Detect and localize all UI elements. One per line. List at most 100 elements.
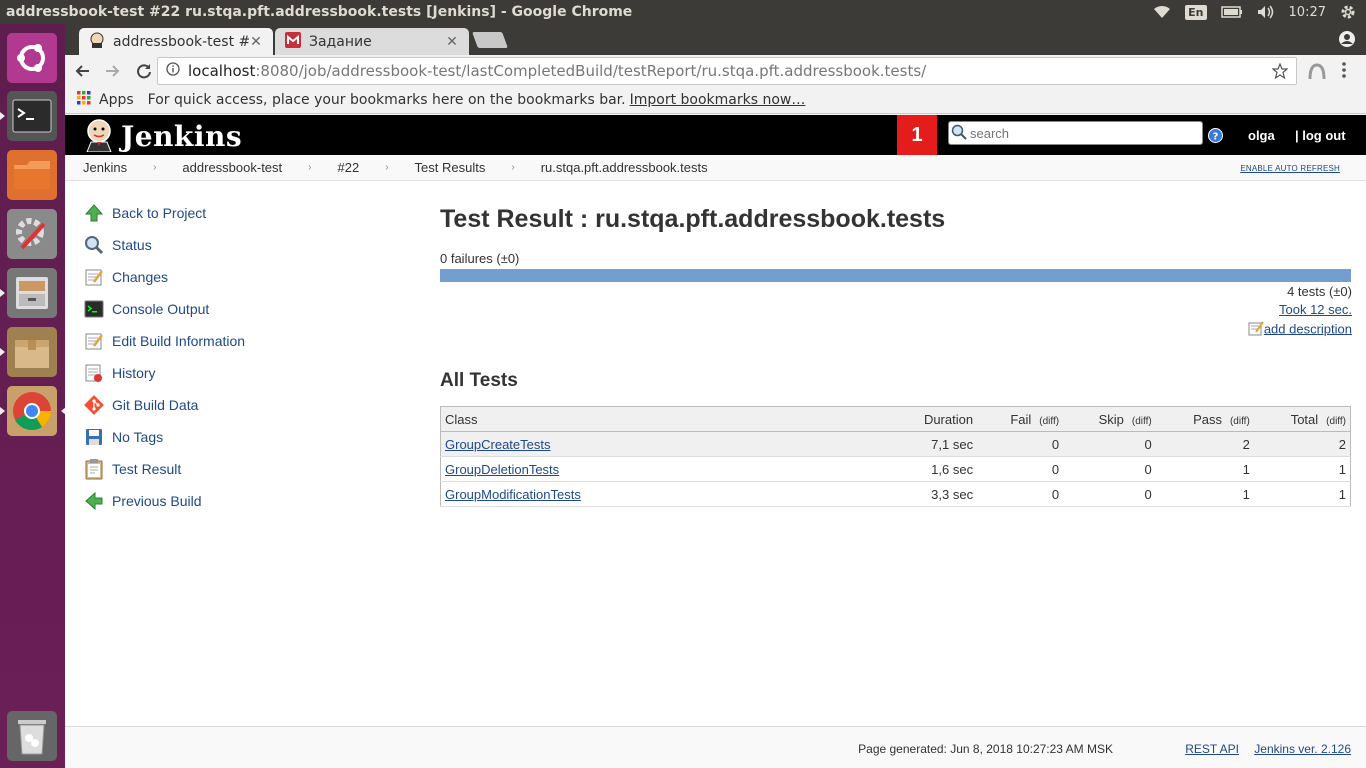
apps-grid-icon[interactable] xyxy=(77,91,91,109)
all-tests-table: Class Duration Fail (diff) Skip (diff) Pas… xyxy=(440,406,1351,507)
save-icon xyxy=(83,426,105,448)
breadcrumb-item-jenkins[interactable]: Jenkins › xyxy=(83,160,182,175)
apps-shortcut[interactable]: Apps xyxy=(99,92,134,108)
test-class-link[interactable]: GroupModificationTests xyxy=(445,487,581,502)
breadcrumb-label: ru.stqa.pft.addressbook.tests xyxy=(540,160,708,175)
breadcrumb-label: Jenkins xyxy=(83,160,128,175)
total-cell: 1 xyxy=(1253,456,1351,482)
column-header-fail[interactable]: Fail (diff) xyxy=(977,406,1064,432)
reload-button[interactable] xyxy=(130,57,158,85)
keyboard-layout-indicator[interactable]: En xyxy=(1185,4,1207,20)
tab-close-icon[interactable]: ✕ xyxy=(445,34,459,50)
notepad-icon xyxy=(83,330,105,352)
back-button[interactable] xyxy=(68,57,96,85)
column-header-duration[interactable]: Duration xyxy=(890,406,978,432)
page-title: Test Result : ru.stqa.pft.addressbook.te… xyxy=(440,205,946,233)
breadcrumb-item-test-results[interactable]: Test Results › xyxy=(415,160,541,175)
duration-cell: 3,3 sec xyxy=(890,481,978,507)
launcher-system-settings[interactable] xyxy=(6,208,58,260)
tab-close-icon[interactable]: ✕ xyxy=(249,34,263,50)
column-header-total[interactable]: Total (diff) xyxy=(1253,406,1351,432)
column-label: Fail xyxy=(1010,411,1032,427)
jenkins-version-link[interactable]: Jenkins ver. 2.126 xyxy=(1254,742,1351,756)
breadcrumb-item-build[interactable]: #22 › xyxy=(338,160,415,175)
test-class-link[interactable]: GroupDeletionTests xyxy=(445,462,559,477)
settings-gear-icon[interactable] xyxy=(1340,4,1356,20)
user-link[interactable]: olga xyxy=(1248,128,1275,143)
system-tray: En 10:27 xyxy=(1153,4,1366,20)
launcher-ubuntu-dash[interactable] xyxy=(6,32,58,84)
failures-summary: 0 failures (±0) xyxy=(440,251,520,266)
address-bar[interactable]: localhost:8080/job/addressbook-test/last… xyxy=(157,57,1297,85)
column-header-class[interactable]: Class xyxy=(440,406,891,432)
task-git-build-data[interactable]: Git Build Data xyxy=(83,389,383,421)
launcher-terminal[interactable] xyxy=(0,90,58,142)
task-label: Status xyxy=(112,237,152,253)
battery-icon[interactable] xyxy=(1220,6,1243,18)
rest-api-link[interactable]: REST API xyxy=(1185,742,1239,756)
notification-badge[interactable]: 1 xyxy=(897,115,937,155)
launcher-archive-manager[interactable] xyxy=(0,267,58,319)
wifi-icon[interactable] xyxy=(1153,5,1171,19)
os-top-panel: addressbook-test #22 ru.stqa.pft.address… xyxy=(0,0,1366,24)
tab-jenkins[interactable]: addressbook-test # ✕ xyxy=(79,28,273,55)
breadcrumb-label: addressbook-test xyxy=(182,160,283,175)
task-previous-build[interactable]: Previous Build xyxy=(83,485,383,517)
cabinet-icon xyxy=(7,268,57,318)
bookmarks-bar: Apps For quick access, place your bookma… xyxy=(65,87,1366,114)
column-label: Skip xyxy=(1098,411,1124,427)
breadcrumb-label: #22 xyxy=(337,160,360,175)
forward-button[interactable] xyxy=(99,57,127,85)
tests-count: 4 tests (±0) xyxy=(1287,284,1352,299)
bookmark-star-icon[interactable] xyxy=(1271,62,1289,83)
column-diff-label: (diff) xyxy=(1039,415,1060,427)
task-history[interactable]: History xyxy=(83,357,383,389)
tab-label: addressbook-test # xyxy=(113,33,249,50)
extension-icon[interactable] xyxy=(1307,61,1327,85)
browser-menu-icon[interactable] xyxy=(1341,61,1347,83)
left-arrow-icon xyxy=(83,490,105,512)
task-no-tags[interactable]: No Tags xyxy=(83,421,383,453)
import-bookmarks-link[interactable]: Import bookmarks now… xyxy=(630,92,806,108)
new-tab-button[interactable] xyxy=(472,32,508,48)
column-header-skip[interactable]: Skip (diff) xyxy=(1063,406,1156,432)
info-icon[interactable] xyxy=(166,62,180,80)
tab-zadanie[interactable]: Задание ✕ xyxy=(275,28,469,55)
git-icon xyxy=(83,394,105,416)
clock[interactable]: 10:27 xyxy=(1289,5,1326,20)
took-duration-link[interactable]: Took 12 sec. xyxy=(1279,302,1352,317)
task-changes[interactable]: Changes xyxy=(83,261,383,293)
search-input[interactable] xyxy=(970,125,1190,141)
launcher-files[interactable] xyxy=(6,149,58,201)
breadcrumb-item-job[interactable]: addressbook-test › xyxy=(182,160,337,175)
add-description-link[interactable]: add description xyxy=(1264,321,1352,336)
ubuntu-logo-icon xyxy=(7,33,57,83)
task-label: Previous Build xyxy=(112,493,202,509)
column-diff-label: (diff) xyxy=(1326,415,1346,427)
all-tests-heading: All Tests xyxy=(440,370,518,391)
fail-cell: 0 xyxy=(977,431,1064,457)
launcher-chrome[interactable] xyxy=(0,385,66,437)
enable-auto-refresh-link[interactable]: ENABLE AUTO REFRESH xyxy=(1240,164,1340,173)
settings-tools-icon xyxy=(7,209,57,259)
task-back-to-project[interactable]: Back to Project xyxy=(83,197,383,229)
logout-link[interactable]: | log out xyxy=(1295,128,1346,143)
task-console-output[interactable]: Console Output xyxy=(83,293,383,325)
profile-icon[interactable] xyxy=(1338,30,1356,48)
duration-cell: 1,6 sec xyxy=(890,456,978,482)
jenkins-home-link[interactable]: Jenkins xyxy=(83,118,242,155)
breadcrumb-item-package[interactable]: ru.stqa.pft.addressbook.tests xyxy=(541,160,708,175)
help-icon[interactable]: ? xyxy=(1208,128,1223,146)
launcher-trash[interactable] xyxy=(6,710,58,762)
launcher-package-installer[interactable] xyxy=(0,326,58,378)
test-class-link[interactable]: GroupCreateTests xyxy=(445,437,551,452)
magnifier-icon xyxy=(83,234,105,256)
task-status[interactable]: Status xyxy=(83,229,383,261)
task-test-result[interactable]: Test Result xyxy=(83,453,383,485)
volume-icon[interactable] xyxy=(1257,5,1275,19)
jenkins-butler-icon xyxy=(83,118,115,155)
task-edit-build-information[interactable]: Edit Build Information xyxy=(83,325,383,357)
column-header-pass[interactable]: Pass (diff) xyxy=(1155,406,1254,432)
skip-cell: 0 xyxy=(1063,431,1156,457)
up-arrow-icon xyxy=(83,202,105,224)
